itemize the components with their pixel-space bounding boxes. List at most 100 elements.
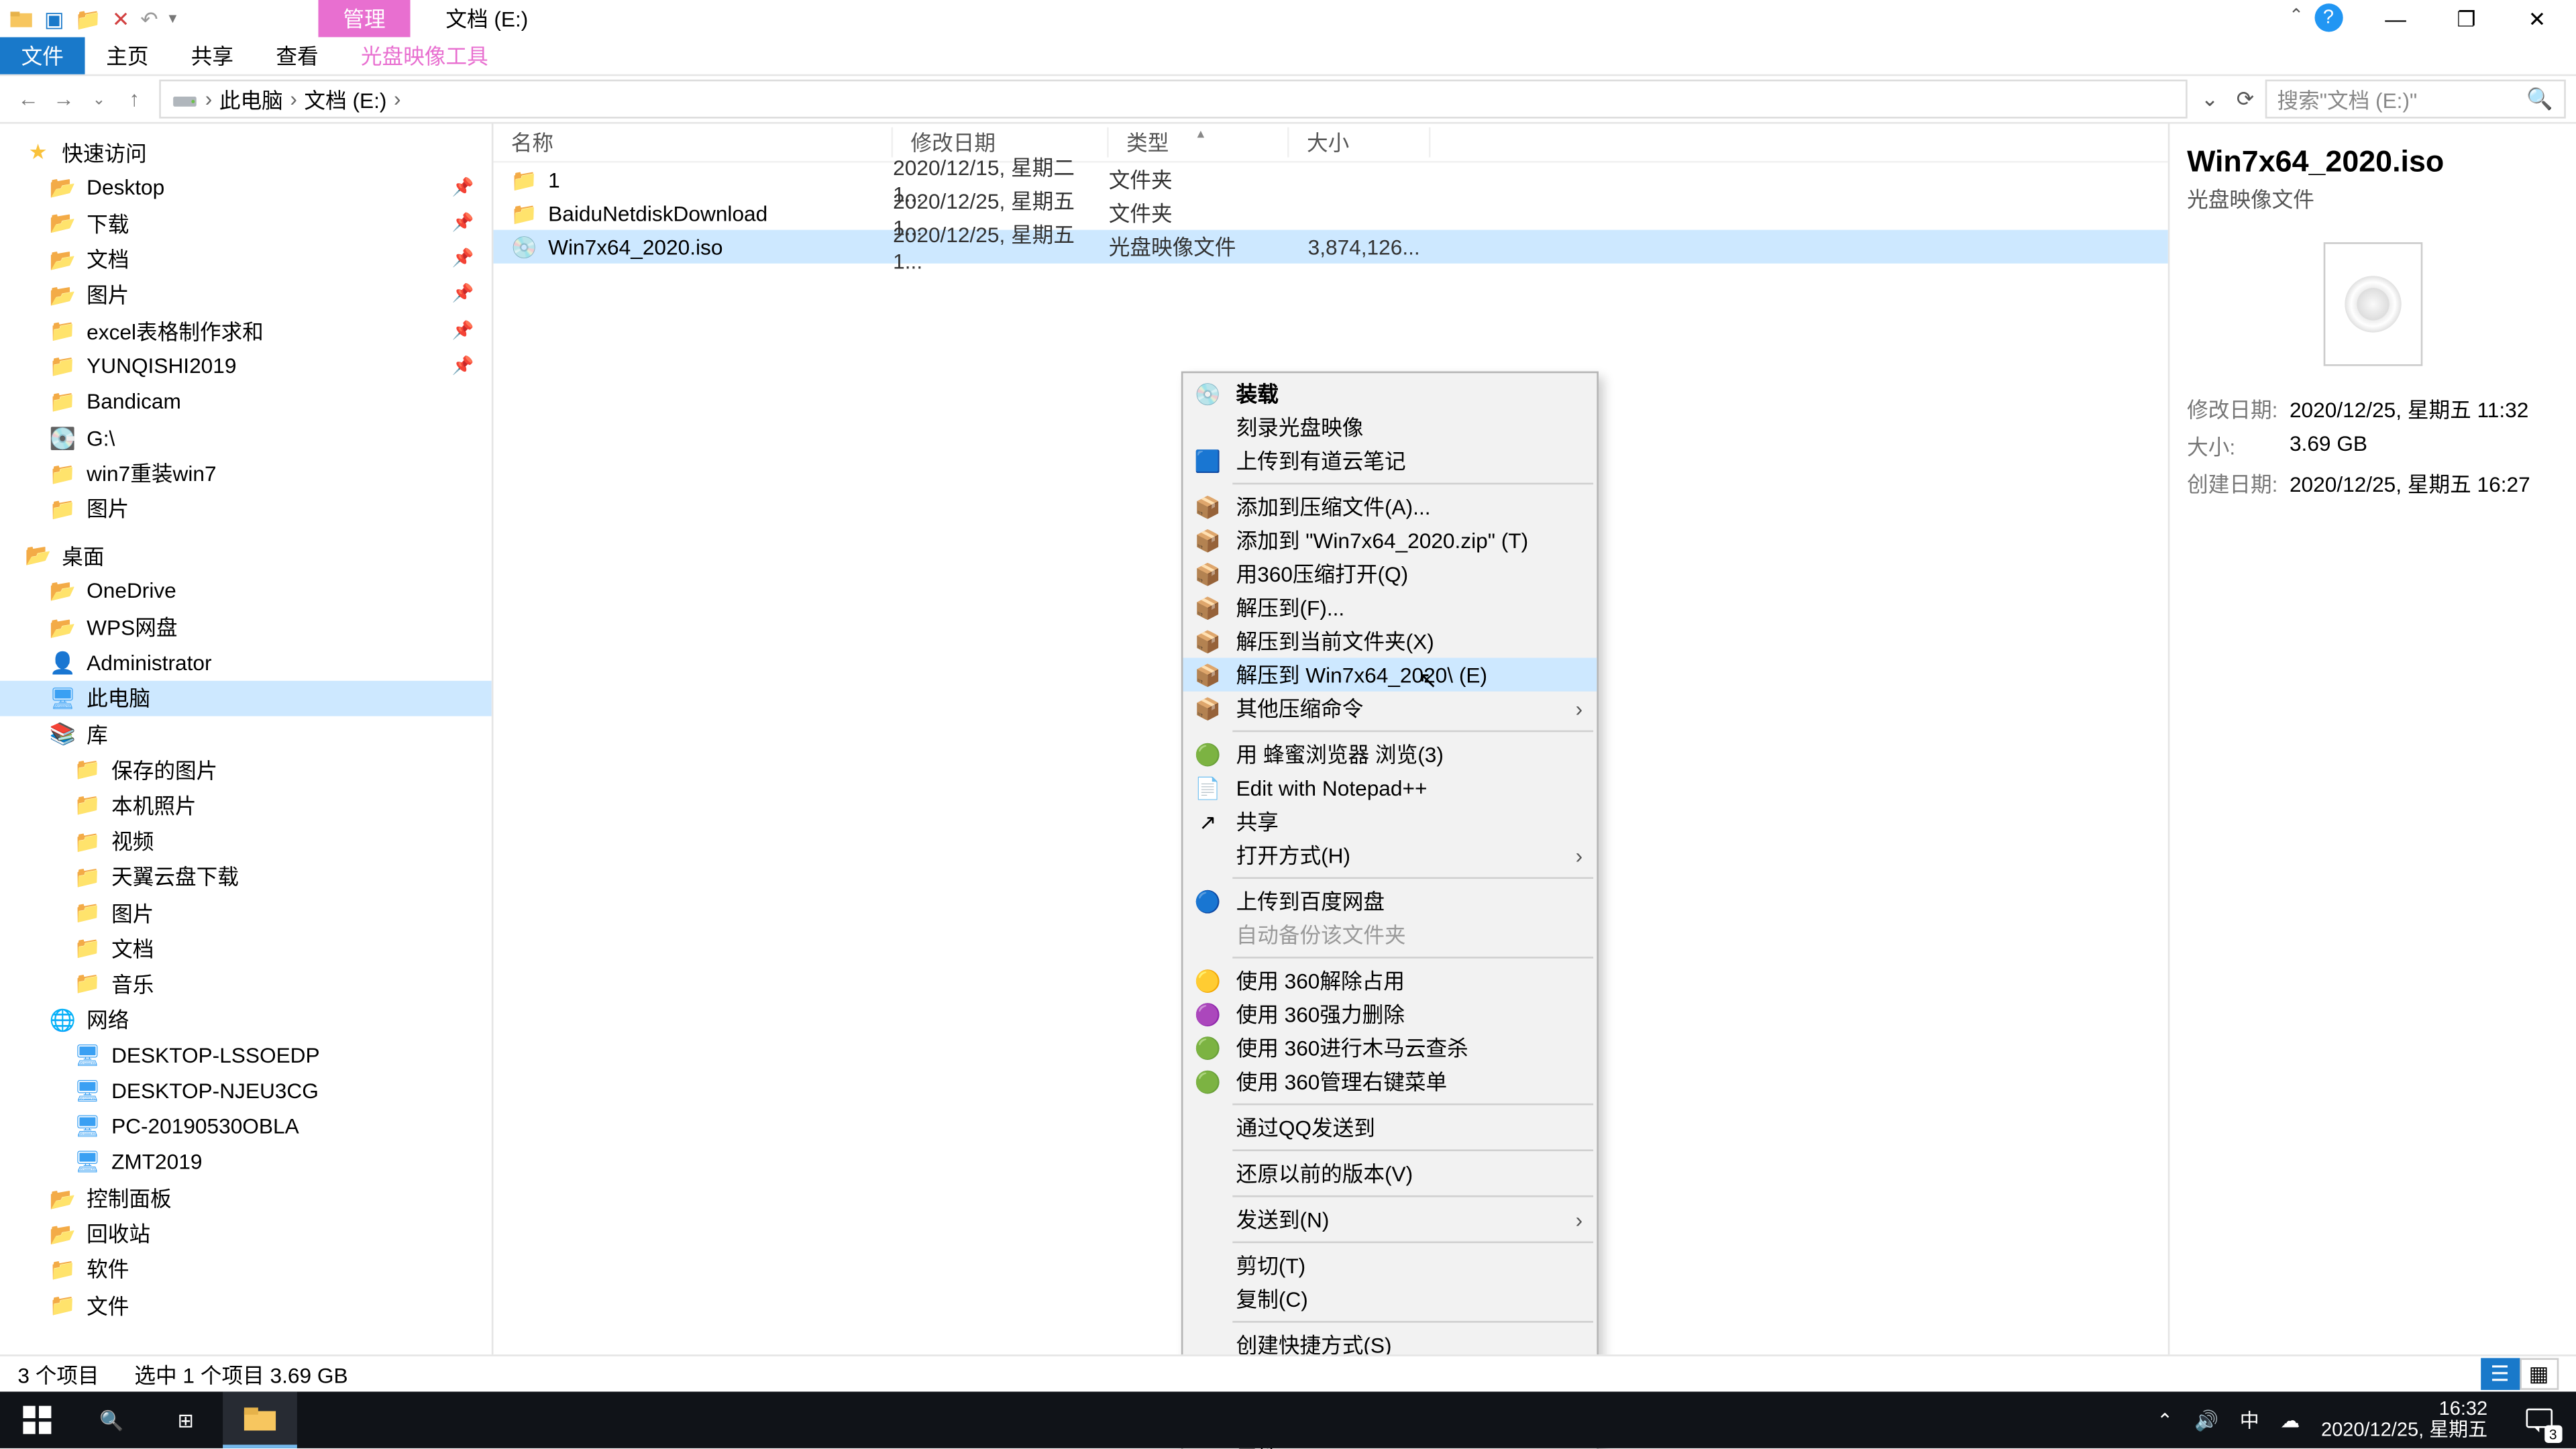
menu-item[interactable]: 📦解压到(F)... — [1183, 590, 1597, 624]
taskbar-explorer-button[interactable] — [223, 1392, 297, 1448]
menu-item[interactable]: 📄Edit with Notepad++ — [1183, 771, 1597, 804]
tree-item[interactable]: 📂下载📌 — [0, 206, 492, 241]
tab-view[interactable]: 查看 — [255, 37, 340, 74]
menu-item[interactable]: 🟡使用 360解除占用 — [1183, 964, 1597, 998]
view-details-button[interactable]: ☰ — [2481, 1358, 2520, 1390]
file-list[interactable]: ▴ 名称 修改日期 类型 大小 📁12020/12/15, 星期二 1...文件… — [493, 124, 2167, 1356]
menu-item[interactable]: 💿装载 — [1183, 376, 1597, 410]
menu-item[interactable]: 🟣使用 360强力删除 — [1183, 998, 1597, 1031]
qat-dropdown-icon[interactable]: ▾ — [169, 9, 177, 28]
tree-item[interactable]: 📁音乐 — [0, 966, 492, 1002]
tree-item[interactable]: 📁视频 — [0, 823, 492, 859]
tree-item[interactable]: 📂文档📌 — [0, 241, 492, 277]
breadcrumb-loc[interactable]: 文档 (E:) — [304, 84, 386, 114]
menu-item[interactable]: 通过QQ发送到 — [1183, 1110, 1597, 1144]
tree-item[interactable]: 📁天翼云盘下载 — [0, 859, 492, 894]
ribbon-collapse-icon[interactable]: ⌃ — [2289, 7, 2304, 27]
menu-item[interactable]: 还原以前的版本(V) — [1183, 1157, 1597, 1190]
nav-recent-icon[interactable]: ⌄ — [81, 89, 117, 109]
menu-item[interactable]: 🟢使用 360管理右键菜单 — [1183, 1065, 1597, 1098]
tab-iso-tools[interactable]: 光盘映像工具 — [339, 37, 509, 74]
tree-item[interactable]: 📁Bandicam — [0, 384, 492, 420]
menu-item[interactable]: 🟢用 蜂蜜浏览器 浏览(3) — [1183, 737, 1597, 771]
search-input[interactable]: 搜索"文档 (E:)" 🔍 — [2265, 80, 2565, 119]
tree-item[interactable]: 🖥DESKTOP-NJEU3CG — [0, 1073, 492, 1109]
tree-item[interactable]: 📁图片 — [0, 491, 492, 527]
tray-overflow-icon[interactable]: ⌃ — [2157, 1409, 2173, 1432]
action-center-button[interactable]: 3 — [2509, 1392, 2569, 1448]
qat-new-folder-icon[interactable]: 📁 — [75, 6, 101, 31]
tree-item[interactable]: 👤Administrator — [0, 645, 492, 680]
refresh-button[interactable]: ⟳ — [2226, 87, 2265, 111]
maximize-button[interactable]: ❐ — [2431, 0, 2502, 37]
menu-item[interactable]: 🟦上传到有道云笔记 — [1183, 444, 1597, 478]
tray-app-icon[interactable]: ☁ — [2280, 1409, 2300, 1432]
tree-item[interactable]: 📁YUNQISHI2019📌 — [0, 349, 492, 384]
taskbar-search-button[interactable]: 🔍 — [74, 1392, 149, 1448]
tree-item[interactable]: 📂控制面板 — [0, 1180, 492, 1216]
col-name[interactable]: 名称 — [493, 127, 893, 158]
tree-item[interactable]: 🖥PC-20190530OBLA — [0, 1109, 492, 1144]
file-row[interactable]: 📁BaiduNetdiskDownload2020/12/25, 星期五 1..… — [493, 197, 2167, 230]
menu-item[interactable]: 📦用360压缩打开(Q) — [1183, 557, 1597, 590]
start-button[interactable] — [0, 1392, 74, 1448]
ime-indicator[interactable]: 中 — [2240, 1406, 2259, 1434]
menu-item[interactable]: 🟢使用 360进行木马云查杀 — [1183, 1031, 1597, 1065]
tree-item[interactable]: 🖥DESKTOP-LSSOEDP — [0, 1038, 492, 1073]
tree-item[interactable]: 📂Desktop📌 — [0, 170, 492, 206]
tree-item[interactable]: 📚库 — [0, 716, 492, 752]
tree-item[interactable]: 📁文件 — [0, 1287, 492, 1323]
breadcrumb-pc[interactable]: 此电脑 — [219, 84, 283, 114]
help-icon[interactable]: ? — [2314, 3, 2343, 32]
tree-item[interactable]: 🖥ZMT2019 — [0, 1144, 492, 1180]
tree-item[interactable]: ★快速访问 — [0, 134, 492, 170]
context-tab-manage[interactable]: 管理 — [318, 0, 410, 37]
menu-item[interactable]: 剪切(T) — [1183, 1248, 1597, 1282]
tree-item[interactable]: 📁文档 — [0, 930, 492, 966]
menu-item[interactable]: ↗共享 — [1183, 804, 1597, 838]
tree-item[interactable]: 🌐网络 — [0, 1002, 492, 1037]
col-size[interactable]: 大小 — [1289, 127, 1431, 158]
tree-item[interactable]: 📂WPS网盘 — [0, 609, 492, 645]
nav-tree[interactable]: ★快速访问📂Desktop📌📂下载📌📂文档📌📂图片📌📁excel表格制作求和📌📁… — [0, 124, 493, 1356]
qat-checkbox-icon[interactable]: ▣ — [44, 6, 64, 31]
tab-share[interactable]: 共享 — [170, 37, 255, 74]
tree-item[interactable]: 📁win7重装win7 — [0, 455, 492, 491]
menu-item[interactable]: 复制(C) — [1183, 1282, 1597, 1316]
tree-item[interactable]: 📂回收站 — [0, 1216, 492, 1252]
tree-item[interactable]: 📂桌面 — [0, 538, 492, 574]
tree-item[interactable]: 📁软件 — [0, 1252, 492, 1287]
tree-item[interactable]: 📂OneDrive — [0, 574, 492, 609]
tab-home[interactable]: 主页 — [85, 37, 170, 74]
close-button[interactable]: ✕ — [2502, 0, 2572, 37]
tree-item[interactable]: 📂图片📌 — [0, 277, 492, 313]
volume-icon[interactable]: 🔊 — [2194, 1409, 2218, 1432]
tree-item[interactable]: 📁图片 — [0, 895, 492, 930]
tree-item[interactable]: 📁保存的图片 — [0, 752, 492, 788]
tree-item[interactable]: 📁本机照片 — [0, 788, 492, 823]
qat-undo-icon[interactable]: ↶ — [140, 6, 158, 31]
nav-up-button[interactable]: ↑ — [117, 87, 152, 111]
menu-item[interactable]: 📦其他压缩命令› — [1183, 692, 1597, 725]
minimize-button[interactable]: — — [2360, 0, 2430, 37]
menu-item[interactable]: 刻录光盘映像 — [1183, 411, 1597, 444]
taskbar[interactable]: 🔍 ⊞ ⌃ 🔊 中 ☁ 16:32 2020/12/25, 星期五 3 — [0, 1392, 2576, 1448]
file-row[interactable]: 💿Win7x64_2020.iso2020/12/25, 星期五 1...光盘映… — [493, 230, 2167, 264]
menu-item[interactable]: 📦解压到 Win7x64_2020\ (E) — [1183, 658, 1597, 692]
menu-item[interactable]: 打开方式(H)› — [1183, 838, 1597, 871]
breadcrumb[interactable]: 此电脑 文档 (E:) — [159, 80, 2187, 119]
view-large-button[interactable]: ▦ — [2520, 1358, 2559, 1390]
task-view-button[interactable]: ⊞ — [148, 1392, 223, 1448]
menu-item[interactable]: 📦解压到当前文件夹(X) — [1183, 625, 1597, 658]
menu-item[interactable]: 📦添加到压缩文件(A)... — [1183, 490, 1597, 523]
address-dropdown-icon[interactable]: ⌄ — [2194, 87, 2226, 111]
column-headers[interactable]: 名称 修改日期 类型 大小 — [493, 124, 2167, 163]
nav-back-button[interactable]: ← — [11, 87, 46, 111]
menu-item[interactable]: 📦添加到 "Win7x64_2020.zip" (T) — [1183, 523, 1597, 557]
tab-file[interactable]: 文件 — [0, 37, 85, 74]
menu-item[interactable]: 🔵上传到百度网盘 — [1183, 884, 1597, 918]
nav-forward-button[interactable]: → — [46, 87, 82, 111]
tree-item[interactable]: 📁excel表格制作求和📌 — [0, 313, 492, 348]
qat-delete-icon[interactable]: ✕ — [112, 6, 130, 31]
file-row[interactable]: 📁12020/12/15, 星期二 1...文件夹 — [493, 163, 2167, 197]
